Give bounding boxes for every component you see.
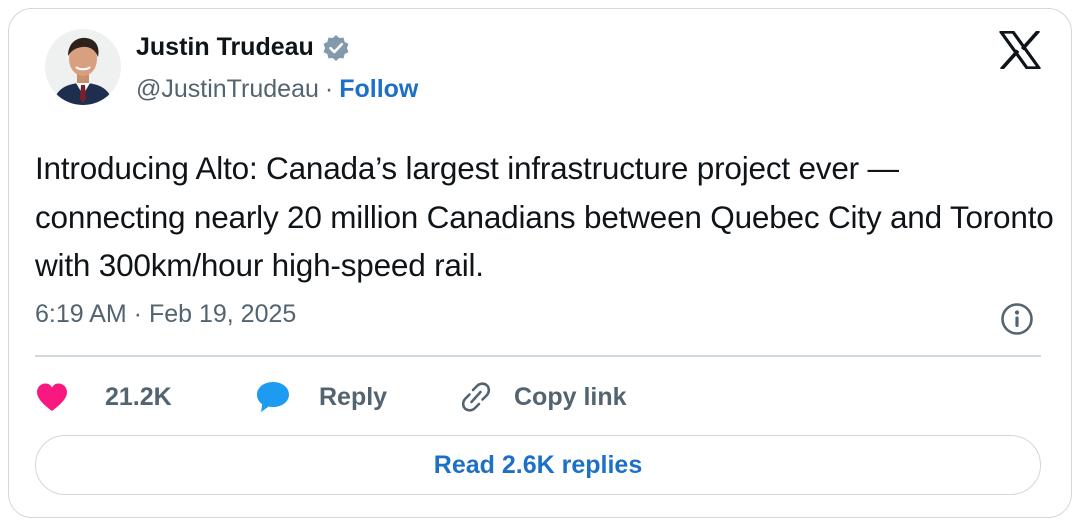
tweet-timestamp[interactable]: 6:19 AM · Feb 19, 2025 — [35, 300, 296, 329]
heart-icon — [35, 382, 69, 412]
avatar[interactable] — [45, 29, 121, 105]
handle-separator: · — [324, 75, 334, 103]
author-name-text[interactable]: Justin Trudeau — [136, 33, 314, 62]
author-name[interactable]: Justin Trudeau — [136, 33, 350, 62]
read-replies-label: Read 2.6K replies — [433, 450, 643, 479]
action-bar: 21.2K Reply Copy link — [35, 377, 627, 417]
info-icon[interactable] — [1000, 302, 1034, 336]
copy-link-button[interactable]: Copy link — [458, 380, 627, 414]
link-icon — [458, 380, 494, 414]
tweet-card: Justin Trudeau @JustinTrudeau · Follow I… — [8, 8, 1072, 518]
like-count: 21.2K — [105, 382, 172, 411]
tweet-text: Introducing Alto: Canada’s largest infra… — [35, 150, 1054, 283]
author-handle[interactable]: @JustinTrudeau — [136, 75, 319, 104]
like-button[interactable]: 21.2K — [35, 382, 255, 412]
read-replies-button[interactable]: Read 2.6K replies — [35, 435, 1041, 495]
divider — [35, 355, 1041, 357]
verified-badge-icon — [322, 34, 350, 62]
handle-row: @JustinTrudeau · Follow — [136, 75, 418, 104]
follow-button[interactable]: Follow — [339, 75, 418, 104]
copy-link-label: Copy link — [514, 382, 627, 411]
reply-label: Reply — [319, 382, 388, 411]
reply-button[interactable]: Reply — [255, 380, 458, 414]
reply-bubble-icon — [255, 380, 291, 414]
x-logo-icon[interactable] — [999, 29, 1041, 71]
